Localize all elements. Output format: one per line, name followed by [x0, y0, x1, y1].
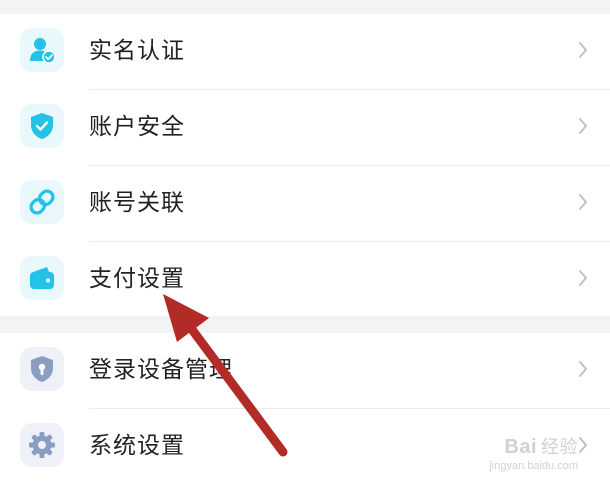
- menu-item-label: 账号关联: [89, 190, 185, 216]
- user-verify-icon: [20, 28, 64, 72]
- wallet-icon: [20, 256, 64, 300]
- chevron-right-icon: [579, 194, 587, 210]
- watermark-brand: Bai: [504, 436, 537, 458]
- menu-item-label: 支付设置: [89, 266, 185, 292]
- menu-item-account-security[interactable]: 账户安全: [0, 90, 610, 166]
- menu-item-label: 账户安全: [89, 114, 185, 140]
- chevron-right-icon: [579, 118, 587, 134]
- chevron-right-icon: [579, 42, 587, 58]
- chevron-right-icon: [579, 270, 587, 286]
- chevron-right-icon: [579, 437, 587, 453]
- device-shield-icon: [20, 347, 64, 391]
- watermark-logo: Bai 经验: [489, 433, 578, 459]
- menu-item-login-device-management[interactable]: 登录设备管理: [0, 333, 610, 409]
- watermark-suffix: 经验: [541, 437, 578, 457]
- menu-item-label: 登录设备管理: [89, 357, 233, 383]
- menu-item-payment-settings[interactable]: 支付设置: [0, 242, 610, 318]
- menu-item-real-name-auth[interactable]: 实名认证: [0, 14, 610, 90]
- menu-item-label: 实名认证: [89, 38, 185, 64]
- shield-check-icon: [20, 104, 64, 148]
- chevron-right-icon: [579, 361, 587, 377]
- link-icon: [20, 180, 64, 224]
- watermark: Bai 经验 jingyan.baidu.com: [489, 433, 578, 472]
- menu-item-label: 系统设置: [89, 433, 185, 459]
- menu-item-account-link[interactable]: 账号关联: [0, 166, 610, 242]
- account-settings-group: 实名认证 账户安全 账号关联 支付设置: [0, 14, 610, 316]
- gear-icon: [20, 423, 64, 467]
- watermark-url: jingyan.baidu.com: [489, 460, 578, 472]
